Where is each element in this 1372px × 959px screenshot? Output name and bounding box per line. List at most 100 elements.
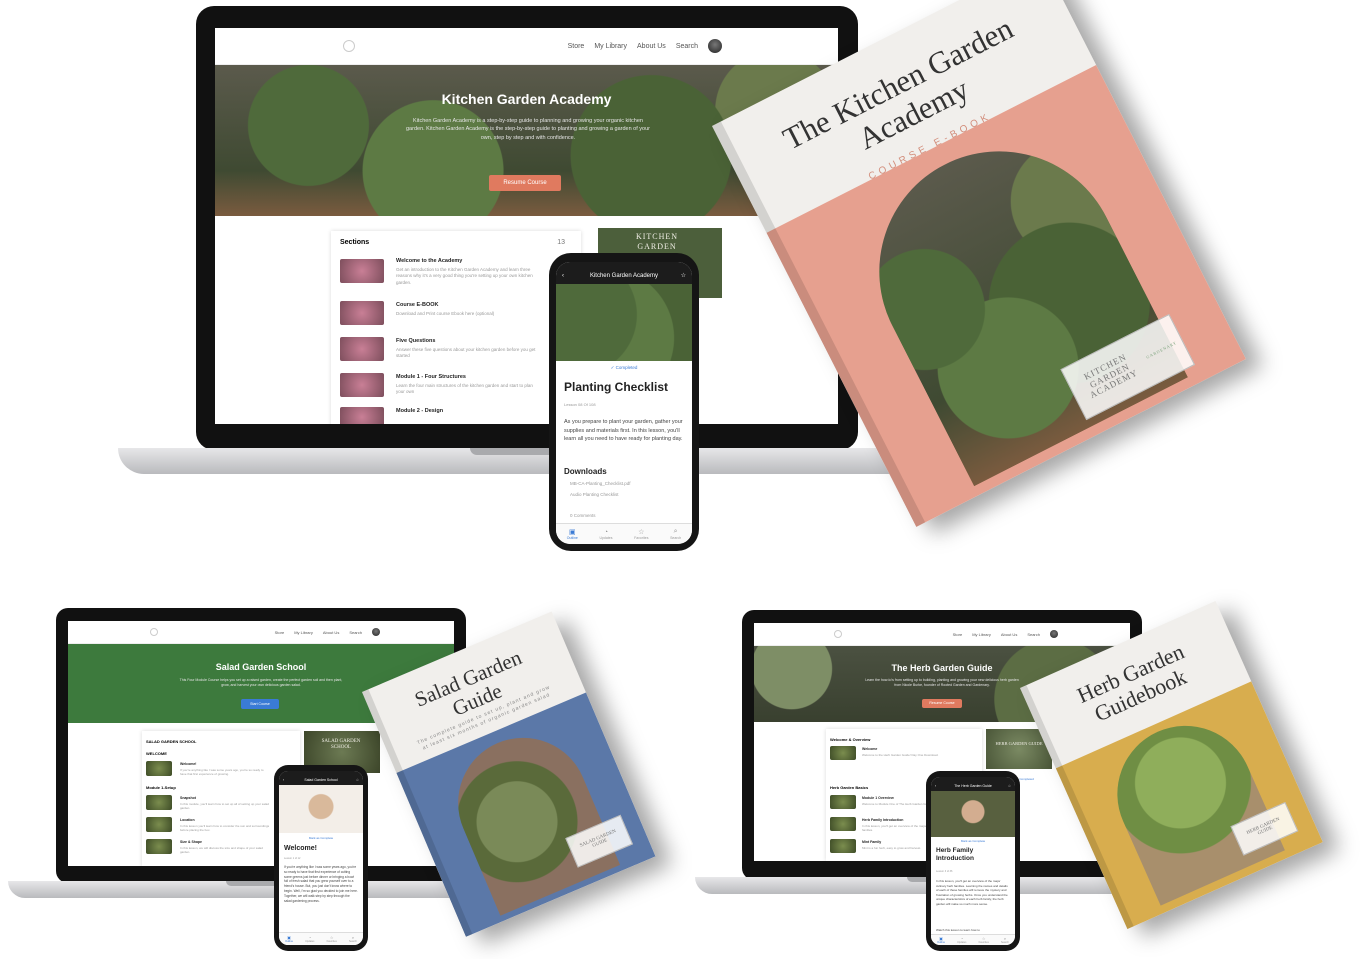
section-header: Welcome & Overview — [830, 737, 871, 742]
lesson-title: Mint Family — [862, 840, 882, 844]
tab-search[interactable]: ⌕ Search — [349, 935, 357, 943]
user-avatar[interactable] — [1050, 630, 1058, 638]
lesson-thumbnail — [830, 746, 856, 760]
sections-card: Sections 13 Welcome to the Academy Get a… — [331, 231, 581, 424]
site-logo[interactable] — [343, 40, 355, 52]
tab-favorites[interactable]: ☆ Favorites — [327, 935, 337, 943]
phone-screen: ‹ Salad Garden School ☆ Mark as Complete… — [279, 771, 363, 945]
phone-header: ‹ Salad Garden School ☆ — [279, 771, 363, 785]
lesson-title: Size & Shape — [180, 840, 202, 844]
nav-store[interactable]: Store — [953, 632, 963, 637]
section-title: Course E-BOOK — [396, 302, 439, 308]
sections-label: Sections — [340, 239, 370, 246]
nav-store[interactable]: Store — [568, 43, 585, 50]
hero-title: Salad Garden School — [215, 662, 307, 672]
phone-tabbar: ▣ Outline ◔ Updates ☆ Favorites ⌕ Search — [556, 523, 692, 544]
tab-favorites[interactable]: ☆ Favorites — [979, 936, 989, 944]
tab-search[interactable]: ⌕ Search — [1001, 936, 1009, 944]
hero-text: This Four Module Course helps you set up… — [179, 678, 343, 688]
lesson-thumbnail — [830, 839, 856, 853]
watch-link[interactable]: Watch this lesson to learn how to — [936, 928, 980, 932]
section-thumbnail — [340, 301, 384, 325]
bell-icon: ◔ — [603, 528, 609, 536]
user-avatar[interactable] — [372, 628, 380, 636]
section-desc: Get an introduction to the Kitchen Garde… — [396, 267, 533, 285]
section-desc: Answer these five questions about your k… — [396, 347, 536, 359]
section-desc: Download and Print course Ebook here (op… — [396, 311, 495, 316]
module-label: Module 1-Setup — [146, 785, 176, 790]
section-title: Welcome to the Academy — [396, 258, 463, 264]
tab-outline[interactable]: ▣ Outline — [937, 936, 945, 944]
sections-count: 13 — [557, 239, 565, 246]
lesson-desc: If you're anything like I was some years… — [180, 768, 264, 777]
lesson-thumbnail — [146, 839, 172, 854]
nav-about[interactable]: About Us — [637, 43, 666, 50]
lesson-video[interactable] — [279, 785, 363, 833]
phone-header-title: The Herb Garden Guide — [954, 784, 992, 788]
lesson-thumbnail — [146, 817, 172, 832]
lesson-meta: Lesson 08 Of 108 — [564, 402, 596, 407]
nav-about[interactable]: About Us — [323, 630, 339, 635]
comments-link[interactable]: 0 Comments — [570, 513, 596, 518]
lesson-title: Welcome — [862, 747, 878, 751]
site-logo[interactable] — [150, 628, 158, 636]
tab-search[interactable]: ⌕ Search — [670, 528, 681, 540]
downloads-label: Downloads — [564, 467, 607, 476]
section-desc: Learn the four main structures of the ki… — [396, 383, 533, 395]
nav-library[interactable]: My Library — [294, 630, 313, 635]
lesson-title: Location — [180, 818, 195, 822]
section-title: Module 2 - Design — [396, 408, 444, 414]
nav-library[interactable]: My Library — [594, 43, 627, 50]
hero-text: Kitchen Garden Academy is a step-by-step… — [406, 118, 650, 141]
nav-search[interactable]: Search — [349, 630, 362, 635]
lesson-thumbnail — [146, 795, 172, 810]
complete-link[interactable]: Mark as Complete — [279, 836, 363, 840]
section-thumbnail — [340, 259, 384, 283]
lesson-body: If you're anything like I was some years… — [284, 865, 358, 903]
nav-store[interactable]: Store — [275, 630, 285, 635]
tab-outline[interactable]: ▣ Outline — [285, 935, 293, 943]
lesson-meta: Lesson 1 of 12 — [284, 857, 301, 860]
tab-outline[interactable]: ▣ Outline — [567, 528, 578, 540]
section-title: Module 1 - Four Structures — [396, 374, 466, 380]
lesson-body: In this lesson, you'll get an overview o… — [936, 879, 1008, 906]
download-file[interactable]: Audio Planting Checklist — [570, 492, 619, 497]
hero-text: Learn the how-to's from setting up to bu… — [865, 678, 1019, 688]
lesson-video[interactable] — [931, 791, 1015, 837]
download-file[interactable]: MB-CA-Planting_Checklist.pdf — [570, 481, 631, 486]
school-label: SALAD GARDEN SCHOOL — [146, 739, 197, 744]
laptop-screen: Store My Library About Us Search Kitchen… — [215, 28, 838, 424]
lesson-desc: Welcome to the Herb Garden Guide! Day On… — [862, 753, 939, 757]
nav-about[interactable]: About Us — [1001, 632, 1017, 637]
tab-favorites[interactable]: ☆ Favorites — [634, 528, 648, 540]
phone-tabbar: ▣ Outline ◔ Updates ☆ Favorites ⌕ Search — [931, 934, 1015, 945]
resume-course-button[interactable]: Resume Course — [489, 175, 561, 191]
nav-search[interactable]: Search — [676, 43, 698, 50]
tab-updates[interactable]: ◔ Updates — [599, 529, 612, 540]
lesson-thumbnail — [146, 761, 172, 776]
lesson-body: As you prepare to plant your garden, gat… — [564, 419, 683, 443]
nav-search[interactable]: Search — [1027, 632, 1040, 637]
resume-course-button[interactable]: Resume Course — [922, 699, 962, 708]
lesson-thumbnail — [830, 817, 856, 831]
section-thumbnail — [340, 373, 384, 397]
top-nav: Store My Library About Us Search — [68, 621, 454, 644]
phone-header: ‹ The Herb Garden Guide ☆ — [931, 777, 1015, 791]
tab-updates[interactable]: ◔ Updates — [305, 935, 314, 943]
complete-link[interactable]: Mark as Complete — [931, 839, 1015, 843]
user-avatar[interactable] — [708, 39, 722, 53]
search-icon: ⌕ — [673, 528, 678, 535]
tab-updates[interactable]: ◔ Updates — [957, 936, 966, 944]
site-logo[interactable] — [834, 630, 842, 638]
phone-screen: ‹ Kitchen Garden Academy ☆ ✓ Completed P… — [556, 262, 692, 544]
top-nav: Store My Library About Us Search — [215, 28, 838, 65]
nav-library[interactable]: My Library — [972, 632, 991, 637]
start-course-button[interactable]: Start Course — [241, 699, 279, 709]
section-thumbnail — [340, 407, 384, 424]
lesson-title: Module 1 Overview — [862, 796, 894, 800]
side-card-label: SALAD GARDEN SCHOOL — [321, 739, 361, 750]
side-card-label: HERB GARDEN GUIDE — [995, 741, 1043, 746]
lesson-title: Welcome! — [180, 762, 197, 766]
side-card-label: KITCHEN GARDEN — [635, 232, 679, 251]
lesson-image — [556, 284, 692, 361]
